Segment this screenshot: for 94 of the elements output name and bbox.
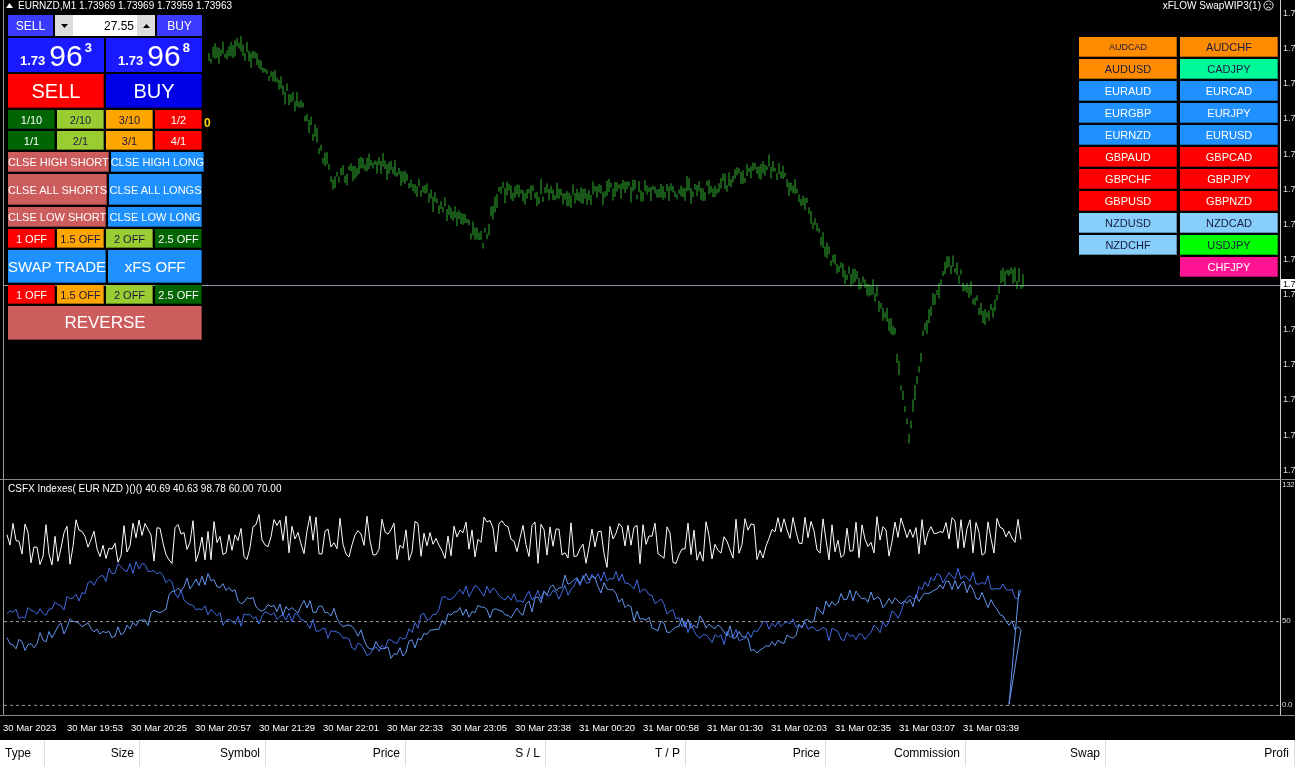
price-tick: 1.7 (1282, 429, 1295, 440)
lot-field[interactable]: 27.55 (73, 15, 137, 36)
pair-button[interactable]: NZDCAD (1180, 213, 1278, 233)
column-header[interactable]: Price (686, 740, 826, 766)
indicator-tick: 0.0 (1282, 699, 1293, 709)
panel-button[interactable]: 2/10 (57, 110, 104, 129)
time-label: 30 Mar 2023 (3, 721, 58, 733)
panel-button[interactable]: 1.5 OFF (57, 285, 104, 304)
price-tick: 1.7 (1282, 394, 1295, 405)
time-label: 31 Mar 01:30 (707, 721, 764, 733)
time-label: 30 Mar 21:29 (259, 721, 316, 733)
pair-button[interactable]: AUDCHF (1180, 37, 1278, 57)
time-label: 30 Mar 19:53 (67, 721, 124, 733)
time-label: 30 Mar 20:57 (195, 721, 252, 733)
trade-button[interactable]: BUY (106, 74, 202, 108)
panel-button[interactable]: 4/1 (155, 131, 202, 150)
time-label: 31 Mar 03:39 (963, 721, 1020, 733)
caret-down-icon (60, 23, 68, 28)
panel-button[interactable]: 1/10 (8, 110, 55, 129)
indicator-title: CSFX Indexes( EUR NZD )()() 40.69 40.63 98.78 60.00 70.00 (8, 482, 282, 494)
expert-name: xFLOW SwapWIP3(1) (1162, 0, 1261, 11)
column-header[interactable]: Symbol (140, 740, 266, 766)
price-tick: 1.7 (1282, 183, 1295, 194)
pair-button[interactable]: CHFJPY (1180, 257, 1278, 277)
panel-button[interactable]: 2.5 OFF (155, 229, 202, 248)
time-label: 31 Mar 03:07 (899, 721, 956, 733)
panel-button[interactable]: CLSE LOW SHORT (8, 207, 107, 227)
column-header[interactable]: Profi (1106, 740, 1295, 766)
panel-button[interactable]: 1/2 (155, 110, 202, 129)
lot-counter: 0 (204, 116, 211, 130)
panel-button[interactable]: 3/1 (106, 131, 153, 150)
price-tick: 1.7 (1282, 289, 1295, 299)
increase-button[interactable] (137, 15, 155, 36)
panel-button[interactable]: 1 OFF (8, 229, 55, 248)
time-label: 31 Mar 02:35 (835, 721, 892, 733)
price-tick: 1.7 (1282, 359, 1295, 370)
pair-button[interactable]: NZDCHF (1079, 235, 1177, 255)
panel-button[interactable]: 2 OFF (106, 285, 153, 304)
sad-face-icon (1263, 0, 1274, 11)
price-tick: 1.7 (1282, 464, 1295, 475)
column-header[interactable]: T / P (546, 740, 686, 766)
pair-button[interactable]: AUDCAD (1079, 37, 1177, 57)
column-header[interactable]: Swap (966, 740, 1106, 766)
decrease-button[interactable] (55, 15, 73, 36)
caret-up-icon (142, 23, 150, 28)
panel-button[interactable]: REVERSE (8, 306, 202, 340)
column-header[interactable]: Size (45, 740, 140, 766)
trade-button[interactable]: SELL (8, 74, 104, 108)
panel-button[interactable]: 2 OFF (106, 229, 153, 248)
pair-button[interactable]: GBPJPY (1180, 169, 1278, 189)
time-label: 30 Mar 20:25 (131, 721, 188, 733)
time-label: 31 Mar 00:20 (579, 721, 636, 733)
column-header[interactable]: S / L (406, 740, 546, 766)
pair-button[interactable]: USDJPY (1180, 235, 1278, 255)
panel-button[interactable]: 1 OFF (8, 285, 55, 304)
price-tick: 1.7 (1282, 148, 1295, 159)
pair-button[interactable]: GBPCHF (1079, 169, 1177, 189)
time-label: 30 Mar 23:38 (515, 721, 572, 733)
price-tick: 1.7 (1282, 218, 1295, 229)
panel-button[interactable]: CLSE ALL SHORTS (8, 174, 108, 205)
price-tick: 1.7 (1282, 78, 1295, 89)
column-header[interactable]: Type (0, 740, 45, 766)
pair-button[interactable]: GBPCAD (1180, 147, 1278, 167)
price-tick: 1.7 (1282, 324, 1295, 335)
pair-button[interactable]: GBPAUD (1079, 147, 1177, 167)
price-tick: 1.7 (1282, 253, 1295, 264)
indicator-tick: 50 (1282, 615, 1291, 625)
time-label: 30 Mar 22:01 (323, 721, 380, 733)
sell-toggle[interactable]: SELL (8, 15, 53, 36)
pair-button[interactable]: AUDUSD (1079, 59, 1177, 79)
time-label: 31 Mar 00:58 (643, 721, 700, 733)
pair-button[interactable]: GBPUSD (1079, 191, 1177, 211)
time-label: 31 Mar 02:03 (771, 721, 828, 733)
current-price-label: 1.7 (1281, 279, 1295, 289)
column-header[interactable]: Price (266, 740, 406, 766)
price-tick: 1.7 (1282, 8, 1295, 18)
price-tick: 1.7 (1282, 43, 1295, 54)
time-label: 30 Mar 23:05 (451, 721, 508, 733)
pair-button[interactable]: NZDUSD (1079, 213, 1177, 233)
time-label: 30 Mar 22:33 (387, 721, 444, 733)
triangle-icon (6, 3, 13, 8)
panel-button[interactable]: 3/10 (106, 110, 153, 129)
panel-button[interactable]: 2.5 OFF (155, 285, 202, 304)
buy-toggle[interactable]: BUY (157, 15, 202, 36)
column-header[interactable]: Commission (826, 740, 966, 766)
panel-button[interactable]: 2/1 (57, 131, 104, 150)
panel-button[interactable]: 1.5 OFF (57, 229, 104, 248)
indicator-tick: 132 (1282, 479, 1295, 489)
chart-title: EURNZD,M1 1.73969 1.73969 1.73959 1.73963 (18, 0, 233, 11)
panel-button[interactable]: 1/1 (8, 131, 55, 150)
pair-button[interactable]: CADJPY (1180, 59, 1278, 79)
panel-button[interactable]: CLSE HIGH SHORT (8, 152, 109, 172)
price-tick: 1.7 (1282, 113, 1295, 124)
pair-button[interactable]: GBPNZD (1180, 191, 1278, 211)
